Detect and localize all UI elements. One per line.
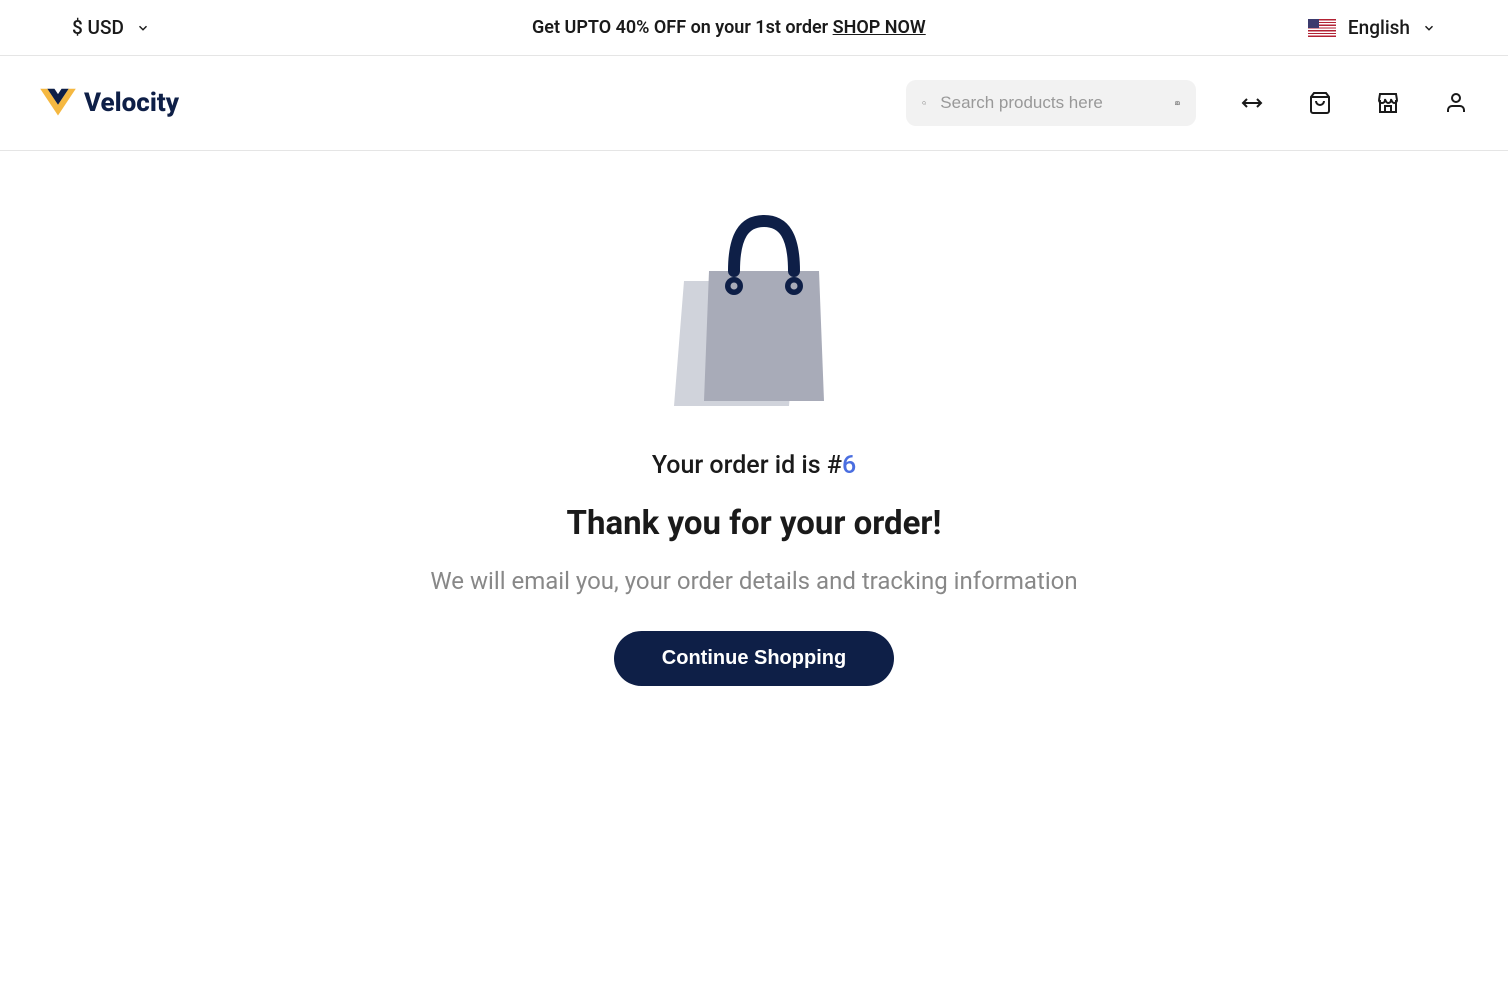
shopping-bag-icon[interactable] [1308, 91, 1332, 115]
language-selector[interactable]: English [1308, 16, 1436, 39]
promo-banner: Get UPTO 40% OFF on your 1st order SHOP … [532, 17, 926, 38]
user-icon[interactable] [1444, 91, 1468, 115]
chevron-down-icon [136, 21, 150, 35]
top-bar: $ USD Get UPTO 40% OFF on your 1st order… [0, 0, 1508, 56]
chevron-down-icon [1422, 21, 1436, 35]
nav-right [906, 80, 1468, 126]
info-text: We will email you, your order details an… [430, 567, 1077, 595]
nav-bar: Velocity [0, 56, 1508, 151]
velocity-logo-icon [40, 87, 76, 119]
shopping-bag-illustration [664, 211, 844, 411]
search-icon [922, 93, 926, 113]
currency-selector[interactable]: $ USD [72, 16, 150, 39]
currency-label: $ USD [72, 16, 124, 39]
main-content: Your order id is #6 Thank you for your o… [0, 151, 1508, 746]
logo[interactable]: Velocity [40, 87, 179, 119]
compare-icon[interactable] [1240, 91, 1264, 115]
order-id-text: Your order id is #6 [652, 451, 856, 480]
logo-text: Velocity [84, 88, 179, 118]
store-icon[interactable] [1376, 91, 1400, 115]
language-label: English [1348, 16, 1410, 39]
continue-shopping-button[interactable]: Continue Shopping [614, 631, 894, 686]
us-flag-icon [1308, 19, 1336, 37]
order-id-prefix: Your order id is # [652, 451, 842, 480]
order-id-number: 6 [842, 451, 856, 480]
search-input[interactable] [940, 93, 1161, 113]
camera-icon[interactable] [1175, 92, 1180, 114]
promo-text: Get UPTO 40% OFF on your 1st order [532, 17, 833, 38]
search-box[interactable] [906, 80, 1196, 126]
thank-you-heading: Thank you for your order! [567, 504, 942, 543]
shop-now-link[interactable]: SHOP NOW [833, 17, 926, 38]
